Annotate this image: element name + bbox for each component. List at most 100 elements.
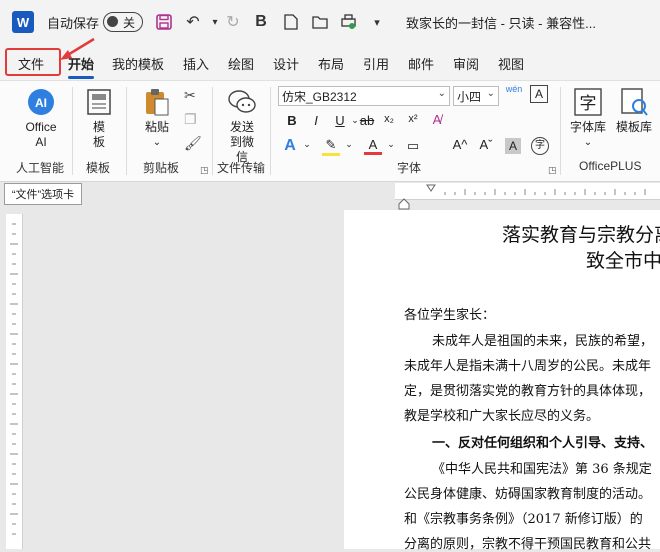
superscript-icon[interactable]: x²: [404, 113, 422, 125]
greeting-line: 各位学生家长：: [404, 308, 496, 323]
redo-icon[interactable]: ↻: [221, 10, 245, 34]
phonetic-guide-icon[interactable]: wén: [505, 84, 523, 94]
tab-design[interactable]: 设计: [273, 54, 299, 73]
format-painter-icon[interactable]: 🖌: [184, 135, 202, 152]
tab-draw[interactable]: 绘图: [228, 54, 254, 73]
file-tab-tooltip: “文件”选项卡: [4, 183, 82, 205]
font-name-value: 仿宋_GB2312: [282, 89, 357, 104]
chevron-down-icon[interactable]: ⌄: [382, 139, 400, 150]
document-page[interactable]: 落实教育与宗教分离 致全市中 各位学生家长： 未成年人是祖国的未来，民族的希望，…: [344, 210, 660, 552]
paste-button[interactable]: 粘贴 ⌄: [140, 87, 174, 150]
tab-references[interactable]: 引用: [363, 54, 389, 73]
document-title: 致家长的一封信 - 只读 - 兼容性...: [406, 15, 596, 31]
template-icon: [84, 87, 114, 117]
title-bar: W 自动保存 关 ↶ ▾ ↻ B ▾ 致家长的一封信 - 只读 - 兼容性...: [0, 0, 660, 46]
customize-qat-icon[interactable]: ▾: [365, 10, 389, 34]
template-library-icon: [619, 87, 649, 117]
tab-mailings[interactable]: 邮件: [408, 54, 434, 73]
subscript-icon[interactable]: x₂: [380, 113, 398, 125]
autosave-label: 自动保存: [47, 15, 100, 31]
ribbon: AI Office AI 人工智能 模板 模板 粘贴 ⌄ ✂ ❐ 🖌 剪贴板 ◳…: [0, 80, 660, 182]
tab-view[interactable]: 视图: [498, 54, 524, 73]
horizontal-ruler[interactable]: [395, 183, 660, 200]
character-shading-icon[interactable]: A: [505, 138, 521, 154]
annotation-arrow-icon: [60, 37, 95, 60]
section-heading: 一、反对任何组织和个人引导、支持、: [432, 436, 654, 451]
font-library-button[interactable]: 字 字体库 ⌄: [568, 87, 608, 150]
shrink-font-icon[interactable]: Aˇ: [477, 137, 495, 152]
grow-font-icon[interactable]: A^: [451, 137, 469, 152]
font-library-icon: 字: [573, 87, 603, 117]
group-label-officeplus: OfficePLUS: [579, 159, 642, 173]
svg-text:AI: AI: [35, 96, 47, 110]
vertical-ruler[interactable]: [6, 214, 23, 549]
text-effects-icon[interactable]: A: [281, 137, 299, 155]
tab-review[interactable]: 审阅: [453, 54, 479, 73]
group-separator: [72, 87, 73, 175]
document-title-line-1: 落实教育与宗教分离: [502, 224, 660, 246]
template-button[interactable]: 模板: [84, 87, 114, 150]
office-ai-label: Office AI: [25, 120, 57, 149]
paragraph-line: 和《宗教事务条例》（2017 新修订版）的: [404, 512, 643, 527]
tab-my-templates[interactable]: 我的模板: [112, 54, 164, 73]
open-folder-icon[interactable]: [308, 10, 332, 34]
chevron-down-icon[interactable]: ⌄: [584, 135, 592, 150]
paragraph-line: 公民身体健康、妨碍国家教育制度的活动。: [404, 487, 652, 502]
new-doc-icon[interactable]: [279, 10, 303, 34]
clipboard-launcher-icon[interactable]: ◳: [200, 165, 209, 176]
file-tab-highlight: [5, 48, 61, 76]
copy-icon[interactable]: ❐: [184, 111, 197, 128]
paragraph-line: 分离的原则，宗教不得干预国民教育和公共: [404, 537, 652, 552]
clear-formatting-icon[interactable]: A̸: [428, 112, 446, 127]
strikethrough-icon[interactable]: ab: [358, 113, 376, 128]
paste-dropdown-icon[interactable]: ⌄: [153, 135, 161, 150]
enclose-characters-icon[interactable]: 字: [531, 137, 549, 155]
undo-icon[interactable]: ↶: [181, 10, 205, 34]
bold-quick-icon[interactable]: B: [249, 10, 273, 34]
font-size-value: 小四: [457, 89, 482, 104]
tab-layout[interactable]: 布局: [318, 54, 344, 73]
office-ai-icon: AI: [26, 87, 56, 117]
print-preview-icon[interactable]: [336, 10, 360, 34]
chevron-down-icon[interactable]: ⌄: [298, 139, 316, 150]
font-library-label: 字体库: [569, 120, 606, 134]
group-label-transfer: 文件传输: [217, 161, 266, 175]
italic-icon[interactable]: I: [307, 113, 325, 128]
shading-icon[interactable]: ▭: [404, 138, 422, 154]
ribbon-tabs: 文件 开始 我的模板 插入 绘图 设计 布局 引用 邮件 审阅 视图: [0, 46, 660, 80]
cut-icon[interactable]: ✂: [184, 87, 196, 104]
chevron-down-icon: ⌄: [437, 88, 446, 99]
paste-icon: [142, 87, 172, 117]
group-separator: [212, 87, 213, 175]
group-label-clipboard: 剪贴板: [143, 161, 180, 175]
paste-label: 粘贴: [144, 120, 169, 134]
highlight-icon[interactable]: ✎: [322, 137, 340, 156]
svg-text:字: 字: [580, 94, 597, 114]
paragraph-line: 未成年人是指未满十八周岁的公民。未成年: [404, 359, 652, 374]
autosave-state: 关: [123, 16, 136, 30]
font-color-icon[interactable]: A: [364, 137, 382, 155]
group-separator: [126, 87, 127, 175]
paragraph-line: 定，是贯彻落实党的教育方针的具体体现，: [404, 384, 652, 399]
send-to-wechat-button[interactable]: 发送到微信: [222, 87, 262, 165]
indent-marker-icon[interactable]: [398, 198, 410, 210]
font-launcher-icon[interactable]: ◳: [548, 165, 557, 176]
group-label-ai: 人工智能: [16, 161, 65, 175]
wechat-icon: [227, 87, 257, 117]
group-label-template: 模板: [86, 161, 111, 175]
paragraph-line: 教是学校和广大家长应尽的义务。: [404, 409, 600, 424]
template-label: 模板: [92, 120, 105, 149]
group-separator: [560, 87, 561, 175]
autosave-toggle[interactable]: 关: [103, 12, 143, 32]
word-logo-icon: W: [12, 11, 34, 33]
save-icon[interactable]: [152, 10, 176, 34]
character-border-icon[interactable]: A: [530, 85, 548, 103]
paragraph-line: 未成年人是祖国的未来，民族的希望，: [432, 334, 654, 349]
font-name-select[interactable]: 仿宋_GB2312 ⌄: [278, 86, 450, 106]
tab-insert[interactable]: 插入: [183, 54, 209, 73]
template-library-button[interactable]: 模板库: [614, 87, 654, 135]
font-size-select[interactable]: 小四 ⌄: [453, 86, 499, 106]
bold-icon[interactable]: B: [283, 113, 301, 128]
office-ai-button[interactable]: AI Office AI: [18, 87, 64, 150]
chevron-down-icon[interactable]: ⌄: [340, 139, 358, 150]
